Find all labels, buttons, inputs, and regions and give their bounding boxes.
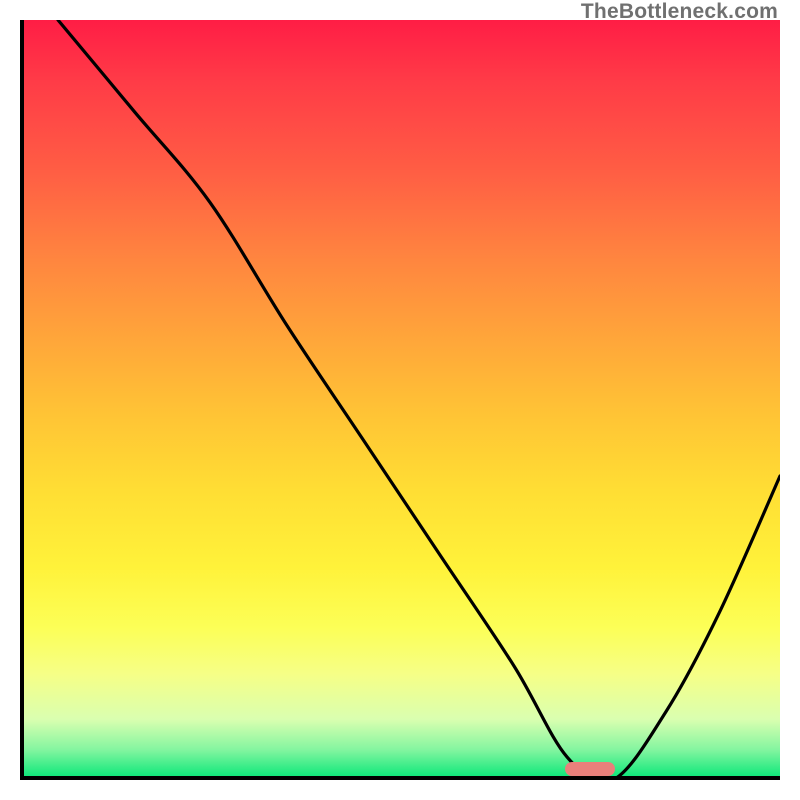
chart-frame xyxy=(20,20,780,780)
optimal-marker xyxy=(565,762,615,776)
bottleneck-curve xyxy=(20,20,780,780)
plot-area xyxy=(20,20,780,780)
